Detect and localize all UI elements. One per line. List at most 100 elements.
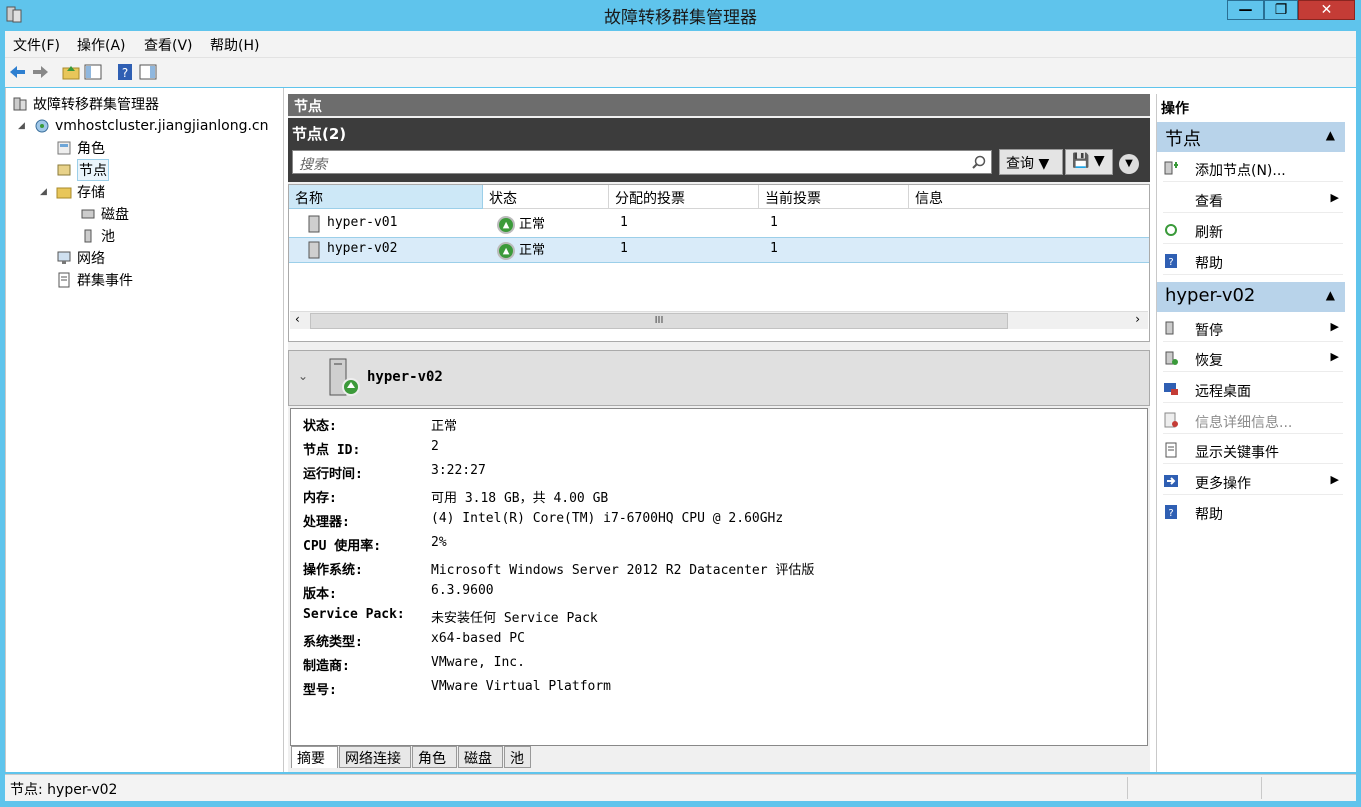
expand-circle-icon[interactable]: ▼ [1119, 154, 1139, 174]
help-icon[interactable]: ? [115, 62, 135, 82]
action-refresh[interactable]: 刷新 [1163, 218, 1343, 244]
tree-item-pools[interactable]: 池 [80, 226, 115, 246]
tree-root[interactable]: 故障转移群集管理器 [12, 94, 159, 114]
tree-item-cluster[interactable]: vmhostcluster.jiangjianlong.cn [34, 116, 269, 136]
actions-section-nodes[interactable]: 节点 ▲ [1157, 122, 1345, 152]
table-row[interactable]: hyper-v02 ▲ 正常 1 1 [289, 237, 1149, 263]
tree-item-nodes[interactable]: 节点 [56, 159, 109, 181]
detail-key: 操作系统: [303, 563, 363, 578]
action-label: 刷新 [1195, 225, 1223, 241]
action-show-critical-events[interactable]: 显示关键事件 [1163, 438, 1343, 464]
column-header-current-votes[interactable]: 当前投票 [759, 185, 909, 209]
disk-icon [81, 209, 95, 219]
tree-item-disks[interactable]: 磁盘 [80, 204, 129, 224]
action-remote-desktop[interactable]: 远程桌面 [1163, 377, 1343, 403]
svg-text:?: ? [1168, 508, 1173, 519]
submenu-arrow-icon: ▶ [1330, 320, 1339, 333]
tab-disks[interactable]: 磁盘 [458, 746, 503, 768]
detail-key: 状态: [303, 419, 337, 434]
column-header-status[interactable]: 状态 [483, 185, 609, 209]
detail-key: 内存: [303, 491, 337, 506]
events-log-icon [58, 272, 70, 288]
action-add-node[interactable]: 添加节点(N)... [1163, 156, 1343, 182]
menu-action[interactable]: 操作(A) [77, 35, 126, 55]
node-current-votes: 1 [770, 241, 778, 256]
action-help-node[interactable]: ? 帮助 [1163, 500, 1343, 526]
action-more[interactable]: 更多操作 ▶ [1163, 469, 1343, 495]
detail-key: 节点 ID: [303, 443, 361, 458]
tree-item-storage[interactable]: 存储 [56, 182, 105, 202]
close-button[interactable]: ✕ [1298, 0, 1355, 20]
submenu-arrow-icon: ▶ [1330, 473, 1339, 486]
remote-desktop-icon [1164, 383, 1178, 395]
collapse-arrow-icon[interactable]: ◢ [18, 121, 25, 131]
status-text: 节点: hyper-v02 [10, 782, 118, 798]
svg-text:?: ? [1168, 257, 1173, 268]
menu-help[interactable]: 帮助(H) [210, 35, 259, 55]
navigation-tree: 故障转移群集管理器 ◢ vmhostcluster.jiangjianlong.… [5, 88, 284, 772]
collapse-chevron-icon[interactable]: ⌄ [298, 369, 308, 383]
status-up-icon: ▲ [497, 215, 515, 234]
show-actions-icon[interactable] [138, 62, 158, 82]
forward-arrow-icon[interactable] [30, 62, 50, 82]
save-query-button[interactable]: 💾 ▼ [1065, 149, 1113, 175]
server-status-icon [329, 358, 360, 396]
tab-roles[interactable]: 角色 [412, 746, 457, 768]
action-info-details[interactable]: 信息详细信息... [1163, 408, 1343, 434]
menu-view[interactable]: 查看(V) [144, 35, 193, 55]
main-content: 故障转移群集管理器 ◢ vmhostcluster.jiangjianlong.… [5, 88, 1356, 772]
resume-node-icon [1165, 351, 1178, 365]
up-folder-icon[interactable] [61, 62, 81, 82]
menu-file[interactable]: 文件(F) [13, 35, 60, 55]
events-log-icon [1165, 442, 1177, 458]
detail-key: Service Pack: [303, 607, 405, 622]
horizontal-scrollbar[interactable]: ‹ III › [290, 311, 1148, 329]
node-status-label: 正常 [519, 217, 546, 232]
column-header-info[interactable]: 信息 [909, 185, 1149, 209]
action-resume[interactable]: 恢复 ▶ [1163, 346, 1343, 372]
collapse-arrow-icon[interactable]: ◢ [40, 187, 47, 197]
nodes-table: 名称 状态 分配的投票 当前投票 信息 hyper-v01 ▲ 正常 1 1 hy… [288, 184, 1150, 342]
detail-value: 2 [431, 439, 439, 454]
query-button[interactable]: 查询 ▼ [999, 149, 1063, 175]
maximize-button[interactable]: ❐ [1264, 0, 1298, 20]
action-view[interactable]: 查看 ▶ [1163, 187, 1343, 213]
scrollbar-thumb[interactable]: III [310, 313, 1008, 329]
tree-item-roles-label: 角色 [77, 141, 105, 157]
tree-item-roles[interactable]: 角色 [56, 138, 105, 158]
scroll-right-icon[interactable]: › [1135, 312, 1140, 326]
back-arrow-icon[interactable] [8, 62, 28, 82]
tree-item-disks-label: 磁盘 [101, 207, 129, 223]
tab-network-connections[interactable]: 网络连接 [339, 746, 411, 768]
search-row: 搜索 查询 ▼ 💾 ▼ ▼ [288, 146, 1150, 182]
actions-section-node[interactable]: hyper-v02 ▲ [1157, 282, 1345, 312]
detail-value: VMware Virtual Platform [431, 679, 612, 694]
minimize-button[interactable]: — [1227, 0, 1264, 20]
actions-section-node-label: hyper-v02 [1165, 285, 1256, 306]
tab-summary[interactable]: 摘要 [291, 746, 338, 768]
tree-root-label: 故障转移群集管理器 [33, 97, 159, 113]
tree-item-networks[interactable]: 网络 [56, 248, 105, 268]
search-input[interactable]: 搜索 [292, 150, 992, 174]
server-icon [308, 215, 320, 233]
status-bar: 节点: hyper-v02 [5, 774, 1356, 801]
tab-pools[interactable]: 池 [504, 746, 531, 768]
column-header-name[interactable]: 名称 [289, 185, 483, 209]
submenu-arrow-icon: ▶ [1330, 191, 1339, 204]
table-row[interactable]: hyper-v01 ▲ 正常 1 1 [289, 211, 1149, 237]
submenu-arrow-icon: ▶ [1330, 350, 1339, 363]
detail-value: 可用 3.18 GB，共 4.00 GB [431, 491, 609, 506]
tree-item-networks-label: 网络 [77, 251, 105, 267]
search-icon[interactable] [971, 154, 987, 170]
action-help[interactable]: ? 帮助 [1163, 249, 1343, 275]
storage-folder-icon [56, 187, 72, 199]
show-tree-icon[interactable] [83, 62, 103, 82]
query-button-label: 查询 [1006, 156, 1034, 172]
node-name: hyper-v01 [327, 215, 398, 230]
action-label: 添加节点(N)... [1195, 163, 1286, 179]
action-pause[interactable]: 暂停 ▶ [1163, 316, 1343, 342]
scroll-left-icon[interactable]: ‹ [295, 312, 300, 326]
tree-item-events[interactable]: 群集事件 [56, 270, 133, 290]
column-header-assigned-votes[interactable]: 分配的投票 [609, 185, 759, 209]
pane-header: 节点 [288, 94, 1150, 116]
